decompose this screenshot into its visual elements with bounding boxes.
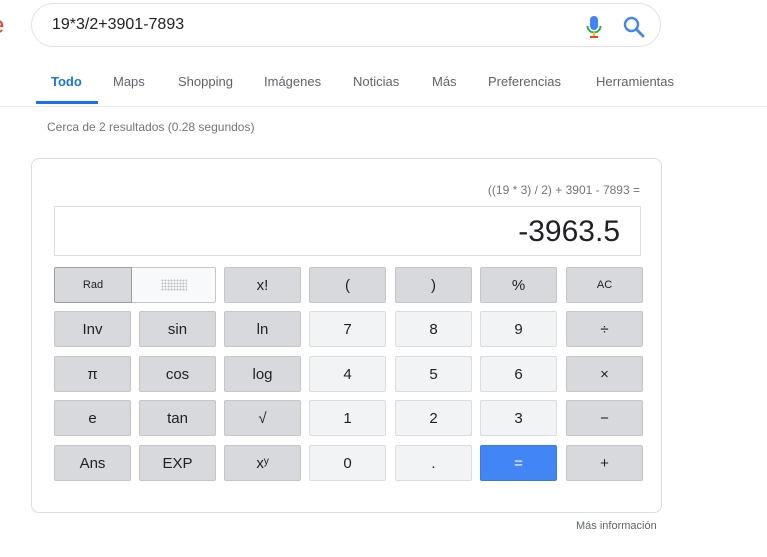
ans-key[interactable]: Ans [54,445,131,481]
multiply-key[interactable]: × [566,356,643,392]
digit-3-key[interactable]: 3 [480,400,557,436]
deg-button[interactable] [132,267,216,303]
cos-key[interactable]: cos [139,356,216,392]
calculator-result: -3963.5 [518,215,620,248]
tab-shopping[interactable]: Shopping [178,74,233,89]
tab-noticias[interactable]: Noticias [353,74,399,89]
digit-5-key[interactable]: 5 [395,356,472,392]
microphone-icon[interactable] [586,15,602,39]
calculator-card: ((19 * 3) / 2) + 3901 - 7893 = -3963.5 R… [31,158,662,513]
plus-key[interactable]: + [566,445,643,481]
decimal-key[interactable]: . [395,445,472,481]
inv-key[interactable]: Inv [54,311,131,347]
rad-button[interactable]: Rad [54,267,132,303]
tan-key[interactable]: tan [139,400,216,436]
divide-key[interactable]: ÷ [566,311,643,347]
search-icon[interactable] [623,16,645,38]
digit-7-key[interactable]: 7 [309,311,386,347]
grid-icon [160,279,187,291]
tab-herramientas[interactable]: Herramientas [596,74,674,89]
search-box[interactable] [31,3,661,47]
left-paren-key[interactable]: ( [309,267,386,303]
equals-key[interactable]: = [480,445,557,481]
digit-6-key[interactable]: 6 [480,356,557,392]
tab-todo[interactable]: Todo [51,74,82,89]
pi-key[interactable]: π [54,356,131,392]
tab-mas[interactable]: Más [432,74,457,89]
digit-1-key[interactable]: 1 [309,400,386,436]
digit-8-key[interactable]: 8 [395,311,472,347]
calculator-display: -3963.5 [54,206,641,256]
tab-imagenes[interactable]: Imágenes [264,74,321,89]
digit-2-key[interactable]: 2 [395,400,472,436]
google-logo-fragment[interactable]: e [0,14,6,36]
result-stats: Cerca de 2 resultados (0.28 segundos) [47,120,255,134]
exp-key[interactable]: EXP [139,445,216,481]
clear-key[interactable]: AC [566,267,643,303]
digit-4-key[interactable]: 4 [309,356,386,392]
ln-key[interactable]: ln [224,311,301,347]
tab-preferencias[interactable]: Preferencias [488,74,561,89]
tab-maps[interactable]: Maps [113,74,145,89]
more-info-link[interactable]: Más información [576,520,657,532]
digit-0-key[interactable]: 0 [309,445,386,481]
factorial-key[interactable]: x! [224,267,301,303]
euler-key[interactable]: e [54,400,131,436]
digit-9-key[interactable]: 9 [480,311,557,347]
minus-key[interactable]: − [566,400,643,436]
power-key[interactable]: xʸ [224,445,301,481]
percent-key[interactable]: % [480,267,557,303]
search-tabs: Todo Maps Shopping Imágenes Noticias Más… [0,66,767,107]
sin-key[interactable]: sin [139,311,216,347]
sqrt-key[interactable]: √ [224,400,301,436]
active-tab-indicator [36,101,98,104]
angle-mode-toggle: Rad [54,267,216,303]
search-input[interactable] [52,14,572,36]
log-key[interactable]: log [224,356,301,392]
right-paren-key[interactable]: ) [395,267,472,303]
calculator-expression: ((19 * 3) / 2) + 3901 - 7893 = [487,183,640,197]
